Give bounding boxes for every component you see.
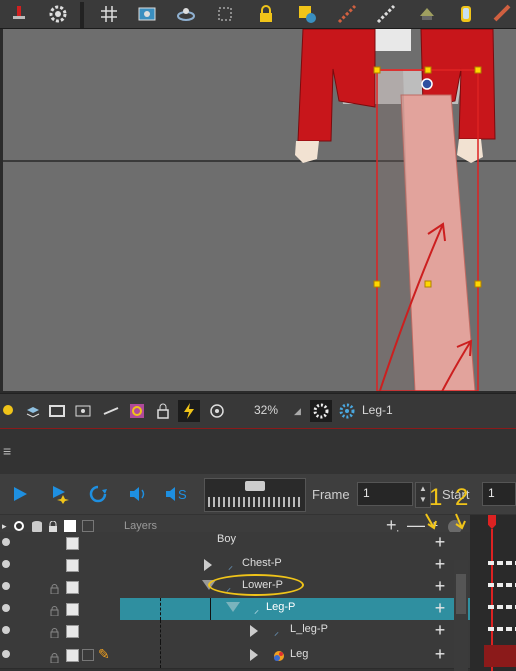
annotation-overlay bbox=[425, 513, 466, 530]
